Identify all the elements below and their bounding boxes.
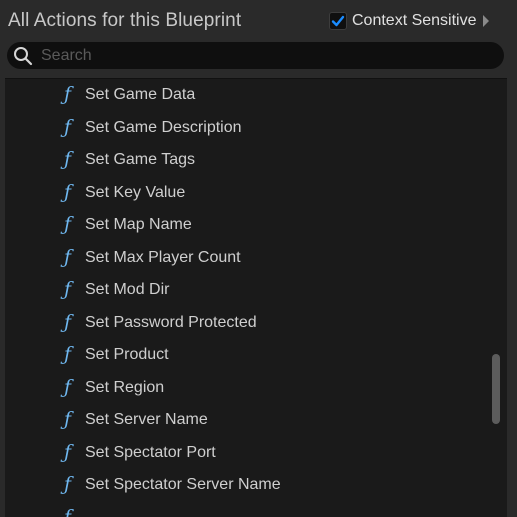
search-icon bbox=[12, 45, 34, 67]
action-item[interactable]: ƒ bbox=[5, 502, 485, 517]
action-item[interactable]: ƒ Set Game Description bbox=[5, 112, 485, 144]
action-item[interactable]: ƒ Set Max Player Count bbox=[5, 242, 485, 274]
function-icon: ƒ bbox=[64, 245, 72, 268]
action-item-label: Set Game Description bbox=[85, 118, 242, 136]
context-sensitive-toggle[interactable]: Context Sensitive bbox=[329, 12, 489, 30]
action-item[interactable]: ƒ Set Region bbox=[5, 372, 485, 404]
action-item[interactable]: ƒ Set Server Name bbox=[5, 404, 485, 436]
checkmark-icon bbox=[331, 15, 345, 27]
action-item[interactable]: ƒ Set Spectator Port bbox=[5, 437, 485, 469]
scrollbar-thumb[interactable] bbox=[492, 354, 500, 424]
action-item-label: Set Key Value bbox=[85, 183, 186, 201]
function-icon: ƒ bbox=[64, 375, 72, 398]
action-item[interactable]: ƒ Set Spectator Server Name bbox=[5, 469, 485, 501]
function-icon: ƒ bbox=[64, 83, 72, 105]
action-item[interactable]: ƒ Set Product bbox=[5, 339, 485, 371]
function-icon: ƒ bbox=[64, 115, 72, 138]
expand-arrow-icon[interactable] bbox=[482, 15, 489, 27]
menu-title: All Actions for this Blueprint bbox=[8, 10, 242, 31]
context-sensitive-label: Context Sensitive bbox=[352, 12, 477, 29]
function-icon: ƒ bbox=[64, 473, 72, 495]
action-menu-panel: All Actions for this Blueprint Context S… bbox=[0, 0, 517, 517]
function-icon: ƒ bbox=[64, 505, 72, 517]
function-icon: ƒ bbox=[64, 180, 72, 203]
action-menu-header: All Actions for this Blueprint Context S… bbox=[0, 0, 517, 40]
search-bar[interactable] bbox=[7, 42, 504, 69]
action-item-label: Set Map Name bbox=[85, 216, 192, 233]
action-item-label: Set Spectator Server Name bbox=[85, 476, 281, 493]
context-sensitive-checkbox[interactable] bbox=[329, 12, 347, 30]
action-item[interactable]: ƒ Set Game Data bbox=[5, 79, 485, 111]
action-item[interactable]: ƒ Set Map Name bbox=[5, 209, 485, 241]
action-item[interactable]: ƒ Set Mod Dir bbox=[5, 274, 485, 306]
action-item[interactable]: ƒ Set Password Protected bbox=[5, 307, 485, 339]
action-item-label: Set Region bbox=[85, 378, 165, 396]
function-icon: ƒ bbox=[64, 310, 72, 333]
function-icon: ƒ bbox=[64, 148, 72, 170]
function-icon: ƒ bbox=[64, 343, 72, 365]
actions-list[interactable]: ƒ Set Game Data ƒ Set Game Description ƒ Set … bbox=[5, 78, 507, 517]
function-icon: ƒ bbox=[64, 408, 72, 430]
action-item-label: Set Password Protected bbox=[85, 313, 257, 331]
action-item-label: Set Spectator Port bbox=[85, 443, 216, 461]
action-item-label: Set Mod Dir bbox=[85, 281, 170, 298]
action-item[interactable]: ƒ Set Key Value bbox=[5, 177, 485, 209]
action-item-label: Set Product bbox=[85, 346, 169, 363]
action-item-label: Set Game Tags bbox=[85, 151, 195, 168]
action-item-label: Set Game Data bbox=[85, 86, 196, 103]
function-icon: ƒ bbox=[64, 278, 72, 300]
function-icon: ƒ bbox=[64, 440, 72, 463]
action-item-label: Set Max Player Count bbox=[85, 248, 241, 266]
action-item-label: Set Server Name bbox=[85, 411, 208, 428]
function-icon: ƒ bbox=[64, 213, 72, 235]
action-item[interactable]: ƒ Set Game Tags bbox=[5, 144, 485, 176]
search-input[interactable] bbox=[41, 46, 481, 65]
